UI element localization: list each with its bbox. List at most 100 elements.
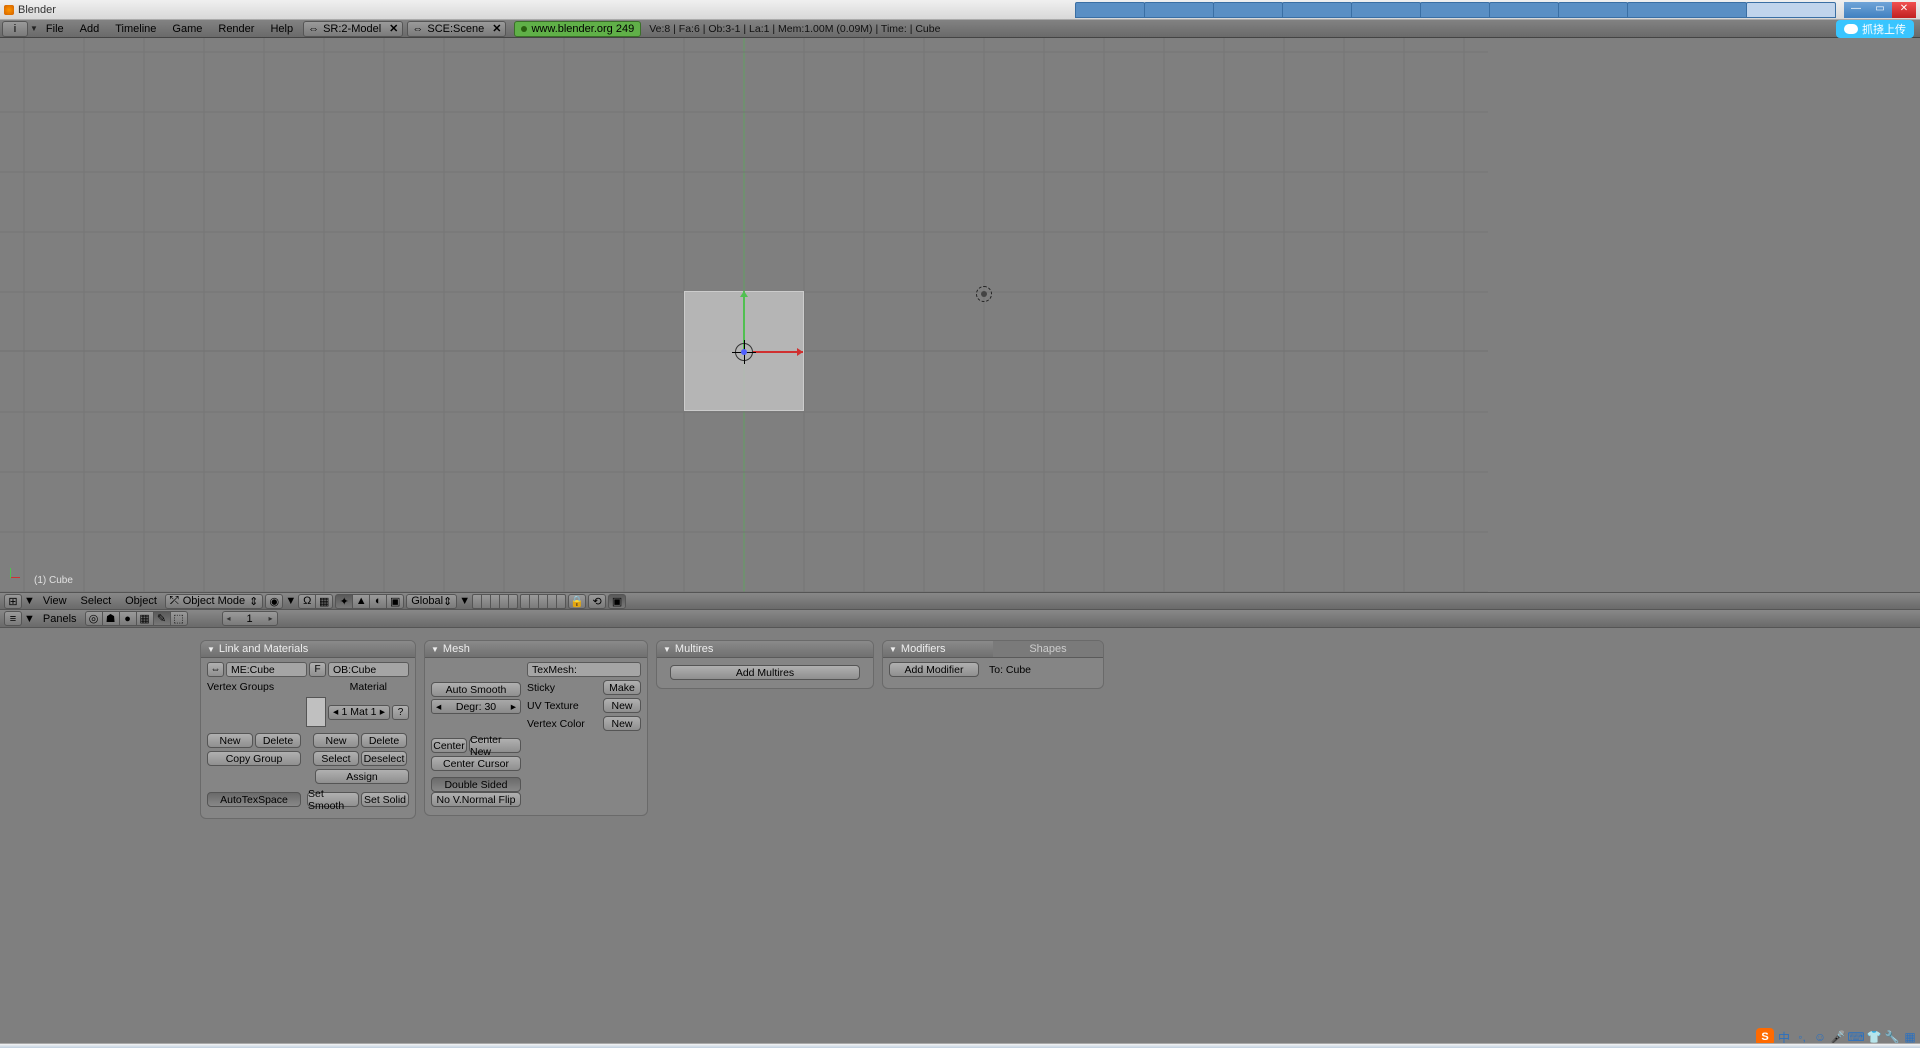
scene-selector[interactable]: ⇔ SCE:Scene✕ (407, 21, 506, 37)
buttons-editor-icon[interactable]: ≡ (4, 611, 22, 626)
context-object-icon[interactable]: ▦ (136, 611, 154, 626)
select-menu[interactable]: Select (75, 595, 118, 607)
mat-delete-button[interactable]: Delete (361, 733, 407, 748)
ob-name-field[interactable]: OB:Cube (328, 662, 409, 677)
mat-select-button[interactable]: Select (313, 751, 359, 766)
3d-cursor[interactable] (735, 343, 753, 361)
layers-group-1 (472, 594, 518, 609)
mesh-panel: ▼Mesh Auto Smooth ◂Degr: 30▸ TexMesh: St… (424, 640, 648, 816)
panel-title: Link and Materials (219, 643, 308, 655)
lock-icon[interactable]: 🔒 (568, 594, 586, 609)
pivot-toggle[interactable]: ▦ (315, 594, 333, 609)
render-preview-icon[interactable]: ⟲ (588, 594, 606, 609)
material-index-field[interactable]: ◂1 Mat 1▸ (328, 705, 390, 720)
menu-help[interactable]: Help (262, 23, 301, 35)
material-help-button[interactable]: ? (392, 705, 409, 720)
set-smooth-button[interactable]: Set Smooth (307, 792, 359, 807)
menu-game[interactable]: Game (164, 23, 210, 35)
screen-selector[interactable]: ⇔ SR:2-Model✕ (303, 21, 403, 37)
auto-smooth-button[interactable]: Auto Smooth (431, 682, 521, 697)
scale-icon[interactable]: ▣ (386, 594, 404, 609)
center-cursor-button[interactable]: Center Cursor (431, 756, 521, 771)
translate-icon[interactable]: ▲ (352, 594, 370, 609)
mat-new-button[interactable]: New (313, 733, 359, 748)
context-editing-icon[interactable]: ✎ (153, 611, 171, 626)
modifiers-panel: ▼Modifiers Shapes Add Modifier To: Cube (882, 640, 1104, 689)
center-button[interactable]: Center (431, 738, 467, 753)
mat-assign-button[interactable]: Assign (315, 769, 409, 784)
layer-btn[interactable] (556, 594, 566, 609)
texmesh-field[interactable]: TexMesh: (527, 662, 641, 677)
3d-viewport[interactable]: (1) Cube (0, 38, 1920, 592)
lamp-object[interactable] (976, 286, 992, 302)
view-menu[interactable]: View (37, 595, 73, 607)
me-name-field[interactable]: ME:Cube (226, 662, 307, 677)
info-header: i ▼ File Add Timeline Game Render Help ⇔… (0, 20, 1920, 38)
fake-user-button[interactable]: F (309, 662, 326, 677)
menu-timeline[interactable]: Timeline (107, 23, 164, 35)
buttons-panels-area: ▼Link and Materials ⇔ ME:Cube F OB:Cube … (0, 628, 1920, 819)
upload-badge[interactable]: 抓挠上传 (1836, 20, 1914, 38)
layer-btn[interactable] (508, 594, 518, 609)
screen-close-icon[interactable]: ✕ (389, 22, 398, 35)
vertex-groups-label: Vertex Groups (207, 681, 274, 693)
x-axis-arrow[interactable] (753, 351, 803, 353)
pivot-icon[interactable]: Ω (298, 594, 316, 609)
mode-selector[interactable]: ⤱ Object Mode ⇕ (165, 594, 263, 609)
view3d-editor-icon[interactable]: ⊞ (4, 594, 22, 609)
manipulator-toggle[interactable]: ✦ (335, 594, 353, 609)
vg-delete-button[interactable]: Delete (255, 733, 301, 748)
context-logic-icon[interactable]: ◎ (85, 611, 103, 626)
no-vnormal-flip-button[interactable]: No V.Normal Flip (431, 792, 521, 807)
rotate-icon[interactable]: ◐ (369, 594, 387, 609)
orientation-selector[interactable]: Global ⇕ (406, 594, 457, 609)
double-sided-button[interactable]: Double Sided (431, 777, 521, 792)
window-type-icon[interactable]: i (2, 21, 28, 37)
sticky-label: Sticky (527, 682, 601, 694)
scene-close-icon[interactable]: ✕ (492, 22, 501, 35)
render-border-icon[interactable]: ▣ (608, 594, 626, 609)
context-group: ◎ ☗ ● ▦ ✎ ⬚ (85, 611, 188, 626)
os-titlebar: Blender — ▭ ✕ (0, 0, 1920, 20)
url-banner[interactable]: www.blender.org 249 (514, 21, 641, 37)
minimize-button[interactable]: — (1844, 2, 1868, 18)
panel-title: Multires (675, 643, 714, 655)
modifiers-tab[interactable]: Modifiers (901, 643, 946, 655)
shading-icon[interactable]: ◉ (265, 594, 283, 609)
modifier-target-label: To: Cube (989, 664, 1031, 676)
pivot-group: Ω ▦ (298, 594, 333, 609)
me-browse-icon[interactable]: ⇔ (207, 662, 224, 677)
menu-add[interactable]: Add (72, 23, 108, 35)
header-stats: Ve:8 | Fa:6 | Ob:3-1 | La:1 | Mem:1.00M … (649, 23, 940, 35)
cloud-icon (1844, 24, 1858, 34)
maximize-button[interactable]: ▭ (1868, 2, 1892, 18)
close-button[interactable]: ✕ (1892, 2, 1916, 18)
window-title: Blender (18, 4, 1076, 16)
context-script-icon[interactable]: ☗ (102, 611, 120, 626)
panels-label: Panels (37, 613, 83, 625)
layers-group-2 (520, 594, 566, 609)
degr-field[interactable]: ◂Degr: 30▸ (431, 699, 521, 714)
link-materials-panel: ▼Link and Materials ⇔ ME:Cube F OB:Cube … (200, 640, 416, 819)
uvtex-label: UV Texture (527, 700, 601, 712)
material-swatch[interactable] (306, 697, 326, 727)
center-new-button[interactable]: Center New (469, 738, 521, 753)
copy-group-button[interactable]: Copy Group (207, 751, 301, 766)
sticky-make-button[interactable]: Make (603, 680, 641, 695)
frame-field[interactable]: ◂1▸ (222, 611, 278, 626)
uvtex-new-button[interactable]: New (603, 698, 641, 713)
menu-render[interactable]: Render (210, 23, 262, 35)
vg-new-button[interactable]: New (207, 733, 253, 748)
set-solid-button[interactable]: Set Solid (361, 792, 409, 807)
shapes-tab[interactable]: Shapes (1029, 643, 1066, 655)
object-menu[interactable]: Object (119, 595, 163, 607)
mat-deselect-button[interactable]: Deselect (361, 751, 407, 766)
vcol-new-button[interactable]: New (603, 716, 641, 731)
context-shading-icon[interactable]: ● (119, 611, 137, 626)
autotexspace-button[interactable]: AutoTexSpace (207, 792, 301, 807)
menu-file[interactable]: File (38, 23, 72, 35)
add-multires-button[interactable]: Add Multires (670, 665, 860, 680)
add-modifier-button[interactable]: Add Modifier (889, 662, 979, 677)
context-scene-icon[interactable]: ⬚ (170, 611, 188, 626)
vcol-label: Vertex Color (527, 718, 601, 730)
